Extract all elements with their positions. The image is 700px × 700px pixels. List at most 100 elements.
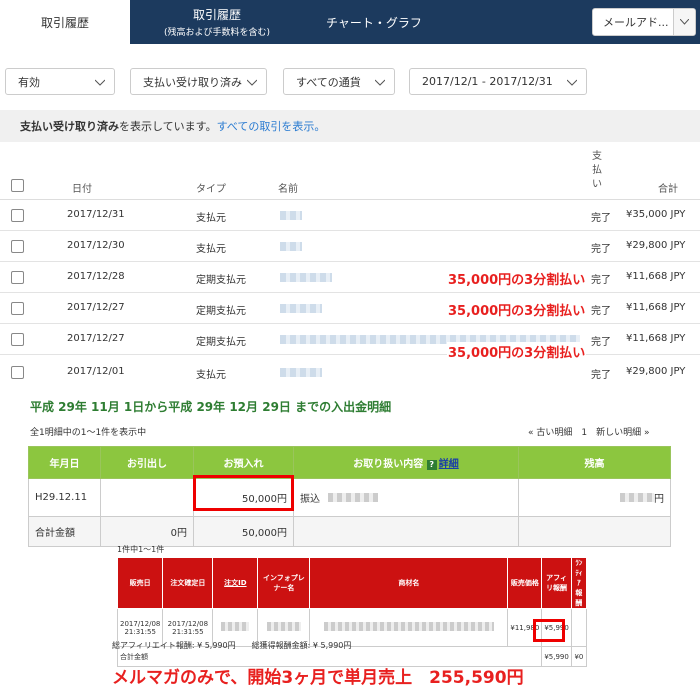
header-type: タイプ [196,184,226,195]
filter-value: 有効 [18,75,40,89]
info-bold: 支払い受け取り済み [20,120,119,133]
row-status: 完了 [591,213,611,224]
chevron-down-icon [567,79,577,86]
affiliate-header: アフィリ報酬 [541,557,572,609]
blurred-sender [328,493,378,502]
row-date: 2017/12/31 [67,209,125,220]
tab-chart-graph[interactable]: チャート・グラフ [304,0,444,44]
bank-pagination[interactable]: « 古い明細 1 新しい明細 » [528,425,649,438]
header-name: 名前 [278,184,298,195]
detail-link[interactable]: 詳細 [439,459,459,470]
blurred-name [280,368,322,377]
row-type: 定期支払元 [196,306,246,317]
chevron-down-icon [673,9,695,35]
row-status: 完了 [591,275,611,286]
affiliate-header: インフォプレナー名 [257,557,311,609]
affiliate-header: 商材名 [309,557,509,609]
row-status: 完了 [591,337,611,348]
help-icon[interactable]: ? [426,460,437,470]
info-text: を表示しています。 [119,120,217,133]
tab-label: 取引履歴 [192,8,241,22]
show-all-link[interactable]: すべての取引を表示。 [217,118,326,134]
bank-header-balance: 残高 [518,446,671,479]
email-select[interactable]: メールアド... [592,8,696,36]
row-date: 2017/12/27 [67,302,125,313]
table-row[interactable]: 2017/12/27 定期支払元 完了 ¥11,668 JPY [0,324,700,355]
tab-label: 取引履歴 [40,15,89,30]
row-date: 2017/12/27 [67,333,125,344]
bank-statement-table: 年月日 お引出し お預入れ お取り扱い内容 ? 詳細 残高 H29.12.11 5… [28,446,671,547]
installment-annotation: 35,000円の3分割払い [447,269,587,288]
filter-value: 2017/12/1 - 2017/12/31 [422,75,553,88]
currency-filter[interactable]: すべての通貨 [283,68,395,95]
date-range-filter[interactable]: 2017/12/1 - 2017/12/31 [409,68,587,95]
row-status: 完了 [591,306,611,317]
bank-total-label: 合計金額 [28,516,101,547]
row-status: 完了 [591,244,611,255]
bank-header-desc: お取り扱い内容 ? 詳細 [293,446,519,479]
row-type: 定期支払元 [196,275,246,286]
bank-header-deposit: お預入れ [193,446,294,479]
tab-bar: 取引履歴 取引履歴 (残高および手数料を含む) チャート・グラフ メールアド..… [0,0,700,44]
table-row[interactable]: 2017/12/28 定期支払元 35,000円の3分割払い 完了 ¥11,66… [0,262,700,293]
bank-row-withdraw [100,478,194,517]
bank-total-row: 合計金額 0円 50,000円 [28,516,671,547]
row-type: 支払元 [196,370,226,381]
header-date: 日付 [72,184,92,195]
tab-transaction-history-balance[interactable]: 取引履歴 (残高および手数料を含む) [132,0,302,44]
row-checkbox[interactable] [11,366,24,379]
filter-value: 支払い受け取り済み [143,75,242,89]
table-row[interactable]: 2017/12/01 支払元 完了 ¥29,800 JPY [0,357,700,388]
tab-transaction-history[interactable]: 取引履歴 [0,0,130,44]
affiliate-total-other: ¥0 [570,646,588,667]
bank-header-date: 年月日 [28,446,101,479]
affiliate-header: ﾗﾝﾃｨｱ報酬 [570,557,588,609]
table-row[interactable]: 2017/12/27 定期支払元 35,000円の3分割払い 完了 ¥11,66… [0,293,700,324]
row-total: ¥11,668 JPY [626,333,686,344]
email-select-value: メールアド... [603,16,669,29]
blurred-infopreneur [266,622,301,631]
row-type: 支払元 [196,244,226,255]
deposit-highlight [193,475,294,511]
row-type: 支払元 [196,213,226,224]
table-row[interactable]: 2017/12/30 支払元 完了 ¥29,800 JPY [0,231,700,262]
table-row[interactable]: 2017/12/31 支払元 完了 ¥35,000 JPY [0,200,700,231]
row-date: 2017/12/28 [67,271,125,282]
transactions-header: 日付 タイプ 名前 支払い 合計 [0,142,700,200]
row-checkbox[interactable] [11,333,24,346]
bank-header-row: 年月日 お引出し お預入れ お取り扱い内容 ? 詳細 残高 [28,446,671,479]
status-filter[interactable]: 有効 [5,68,115,95]
summary-text: メルマガのみで、開始3ヶ月で単月売上 255,590円 [112,668,524,688]
row-total: ¥11,668 JPY [626,271,686,282]
affiliate-header: 注文確定日 [162,557,214,609]
row-date: 2017/12/01 [67,366,125,377]
bank-total-deposit: 50,000円 [193,516,294,547]
affiliate-header[interactable]: 注文ID [212,557,259,609]
bank-total-withdraw: 0円 [100,516,194,547]
row-total: ¥11,668 JPY [626,302,686,313]
bank-header-withdraw: お引出し [100,446,194,479]
chevron-down-icon [95,79,105,86]
bank-row-date: H29.12.11 [28,478,101,517]
select-all-checkbox[interactable] [11,179,24,192]
row-checkbox[interactable] [11,271,24,284]
row-total: ¥29,800 JPY [626,366,686,377]
blurred-balance [620,493,654,502]
reward-highlight [533,619,565,642]
bank-count: 全1明細中の1～1件を表示中 [30,428,147,438]
table-row: H29.12.11 50,000円 振込 円 [28,478,671,517]
header-total: 合計 [658,184,678,195]
bank-statement-title: 平成 29年 11月 1日から平成 29年 12月 29日 までの入出金明細 [30,400,392,414]
bank-header-desc-label: お取り扱い内容 [353,459,424,470]
tab-label: チャート・グラフ [326,15,422,30]
payment-type-filter[interactable]: 支払い受け取り済み [130,68,267,95]
blurred-product [323,622,494,631]
installment-annotation: 35,000円の3分割払い [447,300,587,319]
row-checkbox[interactable] [11,209,24,222]
row-checkbox[interactable] [11,302,24,315]
affiliate-header: 販売日 [116,557,164,609]
row-checkbox[interactable] [11,240,24,253]
chevron-down-icon [375,79,385,86]
blurred-name [280,211,302,220]
blurred-name [280,273,332,282]
